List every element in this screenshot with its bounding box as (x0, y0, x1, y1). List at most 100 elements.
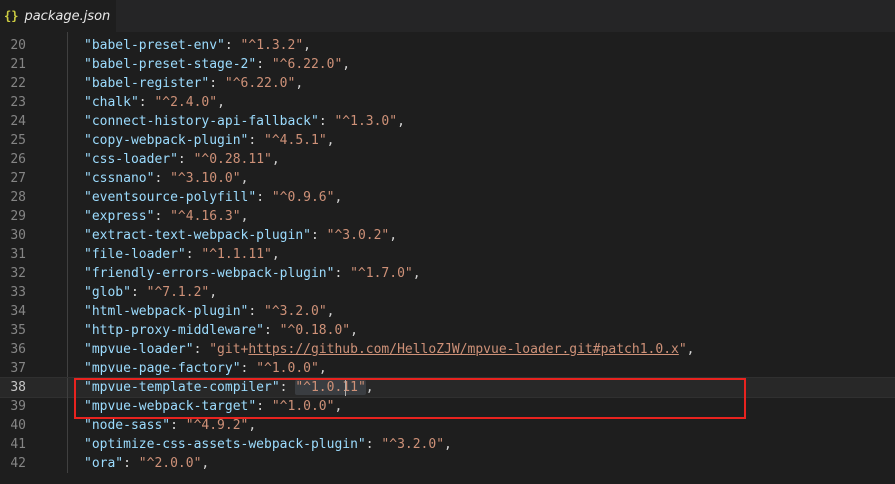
json-key: "express" (84, 209, 155, 224)
json-value-prefix: "git+ (209, 342, 249, 357)
json-value: "^1.1.11" (201, 247, 272, 262)
code-line[interactable]: 25 "copy-webpack-plugin": "^4.5.1", (0, 131, 895, 150)
comma: , (318, 361, 327, 376)
code-line[interactable]: 21 "babel-preset-stage-2": "^6.22.0", (0, 55, 895, 74)
code-text: "chalk": "^2.4.0", (84, 93, 225, 112)
colon: : (194, 32, 210, 34)
json-value: "^2.4.0" (154, 95, 218, 110)
json-key: "eventsource-polyfill" (84, 190, 257, 205)
json-key: "babel-preset-stage-2" (84, 57, 257, 72)
line-number: 35 (10, 323, 26, 338)
code-text: "mpvue-loader": "git+https://github.com/… (84, 340, 695, 359)
json-value: "^7.1.2" (146, 285, 210, 300)
json-key: "node-sass" (84, 418, 171, 433)
code-text: "express": "^4.16.3", (84, 207, 248, 226)
code-line[interactable]: 30 "extract-text-webpack-plugin": "^3.0.2… (0, 226, 895, 245)
json-key: "cssnano" (84, 171, 155, 186)
code-line[interactable]: 28 "eventsource-polyfill": "^0.9.6", (0, 188, 895, 207)
tab-package-json[interactable]: {} package.json (0, 0, 116, 32)
code-line[interactable]: 32 "friendly-errors-webpack-plugin": "^1.… (0, 264, 895, 283)
line-number: 29 (10, 209, 26, 224)
json-key: "css-loader" (84, 152, 178, 167)
json-key: "connect-history-api-fallback" (84, 114, 319, 129)
json-value: "^1.0.0" (256, 361, 319, 376)
json-value-suffix: " (678, 342, 687, 357)
code-line[interactable]: 22 "babel-register": "^6.22.0", (0, 74, 895, 93)
comma: , (326, 133, 335, 148)
colon: : (248, 304, 265, 319)
code-text: "eventsource-polyfill": "^0.9.6", (84, 188, 342, 207)
line-number: 40 (10, 418, 26, 433)
code-text: "babel-preset-env": "^1.3.2", (84, 36, 311, 55)
colon: : (224, 38, 241, 53)
json-value: "^0.9.6" (271, 190, 335, 205)
tab-label: package.json (24, 8, 111, 24)
json-key: "chalk" (84, 95, 139, 110)
code-line[interactable]: 24 "connect-history-api-fallback": "^1.3.… (0, 112, 895, 131)
json-value: "^4.9.2" (185, 418, 249, 433)
line-number: 20 (10, 38, 26, 53)
code-line[interactable]: 29 "express": "^4.16.3", (0, 207, 895, 226)
code-text: "ora": "^2.0.0", (84, 454, 209, 473)
indent-guide (67, 359, 68, 378)
line-number: 36 (10, 342, 26, 357)
line-number: 23 (10, 95, 26, 110)
json-key: "friendly-errors-webpack-plugin" (84, 266, 335, 281)
code-line[interactable]: 27 "cssnano": "^3.10.0", (0, 169, 895, 188)
code-text: "glob": "^7.1.2", (84, 283, 217, 302)
line-number: 28 (10, 190, 26, 205)
code-text: "optimize-css-assets-webpack-plugin": "^… (84, 435, 452, 454)
json-value-link[interactable]: https://github.com/HelloZJW/mpvue-loader… (248, 342, 678, 357)
comma: , (444, 437, 452, 452)
code-line[interactable]: 34 "html-webpack-plugin": "^3.2.0", (0, 302, 895, 321)
code-line[interactable]: 33 "glob": "^7.1.2", (0, 283, 895, 302)
colon: : (256, 190, 272, 205)
comma: , (271, 247, 280, 262)
code-text: "http-proxy-middleware": "^0.18.0", (84, 321, 358, 340)
code-text: "mpvue-page-factory": "^1.0.0", (84, 359, 327, 378)
indent-guide (67, 302, 68, 321)
line-number: 21 (10, 57, 26, 72)
code-line[interactable]: 41 "optimize-css-assets-webpack-plugin": … (0, 435, 895, 454)
json-key: "extract-text-webpack-plugin" (84, 228, 311, 243)
line-number: 25 (10, 133, 26, 148)
colon: : (154, 209, 171, 224)
code-line[interactable]: 20 "babel-preset-env": "^1.3.2", (0, 36, 895, 55)
code-text: "html-webpack-plugin": "^3.2.0", (84, 302, 334, 321)
json-value: "^1.3.2" (240, 38, 304, 53)
code-text: "babel-preset-stage-2": "^6.22.0", (84, 55, 350, 74)
code-line[interactable]: 36 "mpvue-loader": "git+https://github.co… (0, 340, 895, 359)
json-value: "^4.5.1" (264, 133, 327, 148)
json-value: "^6.22.0" (271, 57, 343, 72)
indent-guide (67, 435, 68, 454)
line-number: 33 (10, 285, 26, 300)
code-line[interactable]: 26 "css-loader": "^0.28.11", (0, 150, 895, 169)
colon: : (365, 437, 382, 452)
colon: : (123, 456, 139, 471)
json-key: "babel-preset-env" (84, 38, 225, 53)
colon: : (170, 418, 186, 433)
indent-guide (67, 131, 68, 150)
tab-bar: {} package.json (0, 0, 895, 32)
comma: , (240, 209, 249, 224)
indent-guide (67, 169, 68, 188)
comma: , (303, 38, 311, 53)
colon: : (334, 266, 351, 281)
line-number: 42 (10, 456, 26, 471)
colon: : (248, 133, 265, 148)
code-line[interactable]: 31 "file-loader": "^1.1.11", (0, 245, 895, 264)
json-file-icon: {} (4, 9, 19, 23)
code-line[interactable]: 42 "ora": "^2.0.0", (0, 454, 895, 473)
indent-guide (67, 36, 68, 55)
code-line[interactable]: 23 "chalk": "^2.4.0", (0, 93, 895, 112)
line-number: 38 (10, 380, 26, 395)
indent-guide (67, 416, 68, 435)
code-text: "connect-history-api-fallback": "^1.3.0"… (84, 112, 405, 131)
comma: , (248, 418, 257, 433)
comma: , (350, 323, 358, 338)
colon: : (193, 342, 210, 357)
code-editor[interactable]: 19"babel-loader": "^7.1.1",20"babel-pres… (0, 32, 895, 484)
code-line[interactable]: 37 "mpvue-page-factory": "^1.0.0", (0, 359, 895, 378)
indent-guide (67, 283, 68, 302)
code-line[interactable]: 35 "http-proxy-middleware": "^0.18.0", (0, 321, 895, 340)
